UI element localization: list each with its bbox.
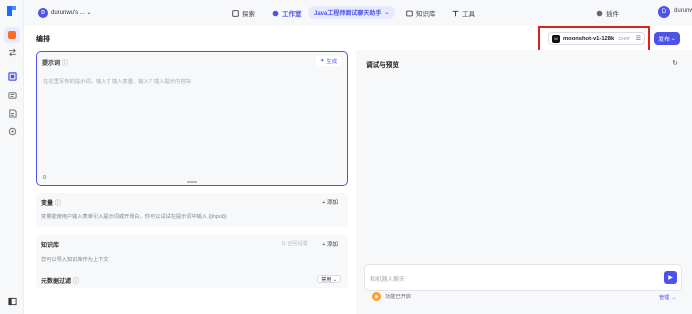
- variables-title: 变量 ⓘ: [41, 201, 61, 207]
- recall-settings-button[interactable]: ⇅ 召回设置: [281, 240, 308, 247]
- chevron-down-icon: ⌄: [670, 35, 676, 42]
- sidebar-toggle-icon[interactable]: [7, 296, 17, 306]
- model-settings-icon[interactable]: ☰: [636, 35, 641, 42]
- manage-link[interactable]: 管理 →: [659, 294, 676, 301]
- debug-panel: 调试与预览 ↻ 和机器人聊天 ▶ ◉ 功能已开启 管理 →: [356, 50, 692, 314]
- swap-icon[interactable]: [7, 47, 17, 57]
- generate-button[interactable]: ✦ 生成: [315, 56, 341, 66]
- nav-knowledge-label: 知识库: [416, 11, 436, 18]
- metadata-filter-select[interactable]: 禁用 ⌄: [317, 275, 341, 283]
- nav-tools[interactable]: 工具: [452, 8, 475, 18]
- page-title: 编排: [36, 36, 50, 43]
- workspace-switcher[interactable]: durunwu's ... ⌄: [51, 9, 92, 16]
- nav-plugins[interactable]: 插件: [596, 8, 619, 18]
- workspace-avatar[interactable]: D: [38, 8, 48, 18]
- chat-placeholder: 和机器人聊天: [370, 277, 405, 283]
- prompt-char-count: 0: [43, 175, 46, 181]
- tools-icon: [452, 10, 459, 16]
- studio-rail-icon[interactable]: [7, 30, 17, 40]
- explore-icon: [232, 9, 239, 17]
- nav-explore[interactable]: 探索: [232, 8, 255, 18]
- knowledge-panel: 知识库 ⇅ 召回设置 + 添加 您可以导入知识库作为上下文 元数据过滤 ⓘ 禁用…: [36, 235, 348, 288]
- nav-studio[interactable]: 工作室: [272, 8, 302, 18]
- model-tag: CHAT: [618, 36, 631, 41]
- plugin-icon: [596, 10, 603, 16]
- send-button[interactable]: ▶: [664, 271, 677, 284]
- chevron-down-icon: ⌄: [384, 10, 390, 16]
- info-icon: ⓘ: [72, 279, 79, 285]
- sparkle-icon: ✦: [319, 58, 325, 64]
- refresh-icon[interactable]: ↻: [672, 59, 678, 67]
- nav-plugins-label: 插件: [606, 11, 619, 18]
- send-icon: ▶: [668, 275, 673, 281]
- publish-label: 发布: [658, 37, 670, 43]
- username[interactable]: durunwu: [674, 8, 692, 14]
- feature-label: 功能已开启: [385, 294, 411, 300]
- feature-status: ◉ 功能已开启: [372, 292, 411, 301]
- project-pill[interactable]: Java工程师面试聊天助手 ⌄: [308, 6, 396, 19]
- variables-panel: 变量 ⓘ + 添加 变量能使用户输入表单引入提示词或开场白，你可以试试在提示词中…: [36, 193, 348, 227]
- model-name: moonshot-v1-128k: [563, 35, 615, 42]
- info-icon: ⓘ: [61, 61, 68, 67]
- nav-explore-label: 探索: [242, 11, 255, 18]
- document-icon[interactable]: [7, 108, 17, 118]
- log-icon[interactable]: [7, 90, 17, 100]
- nav-tools-label: 工具: [462, 11, 475, 18]
- prompt-label: 提示词 ⓘ: [42, 61, 68, 67]
- studio-icon: [272, 10, 279, 16]
- knowledge-desc: 您可以导入知识库作为上下文: [41, 257, 109, 263]
- app-grid-icon[interactable]: [7, 71, 17, 81]
- metadata-filter-title: 元数据过滤 ⓘ: [41, 279, 79, 285]
- publish-button[interactable]: 发布 ⌄: [654, 32, 680, 45]
- user-avatar[interactable]: D: [658, 6, 670, 18]
- bot-feature-icon: ◉: [372, 292, 381, 301]
- project-name: Java工程师面试聊天助手: [314, 11, 382, 17]
- info-icon: ⓘ: [54, 201, 61, 207]
- left-rail: [0, 0, 24, 314]
- chat-input[interactable]: 和机器人聊天 ▶: [364, 264, 682, 291]
- nav-studio-label: 工作室: [282, 11, 302, 18]
- prompt-placeholder: 在这里写你的提示词，输入'{' 插入变量、输入'/' 插入提示内容块: [43, 79, 191, 85]
- knowledge-icon: [406, 10, 413, 16]
- debug-title: 调试与预览: [366, 62, 399, 69]
- moonshot-logo-icon: M: [552, 34, 560, 43]
- prompt-editor[interactable]: 提示词 ⓘ ✦ 生成 在这里写你的提示词，输入'{' 插入变量、输入'/' 插入…: [36, 51, 348, 186]
- model-selector[interactable]: M moonshot-v1-128k CHAT ☰: [548, 32, 645, 45]
- variables-add-button[interactable]: + 添加: [322, 198, 338, 206]
- knowledge-title: 知识库: [41, 243, 60, 249]
- resize-handle[interactable]: [187, 181, 197, 183]
- monitor-icon[interactable]: [7, 126, 17, 136]
- variables-desc: 变量能使用户输入表单引入提示词或开场白，你可以试试在提示词中输入 {{input…: [41, 214, 227, 220]
- generate-label: 生成: [326, 59, 337, 65]
- app-logo-icon[interactable]: [5, 5, 19, 17]
- nav-knowledge[interactable]: 知识库: [406, 8, 436, 18]
- knowledge-add-button[interactable]: + 添加: [322, 240, 338, 248]
